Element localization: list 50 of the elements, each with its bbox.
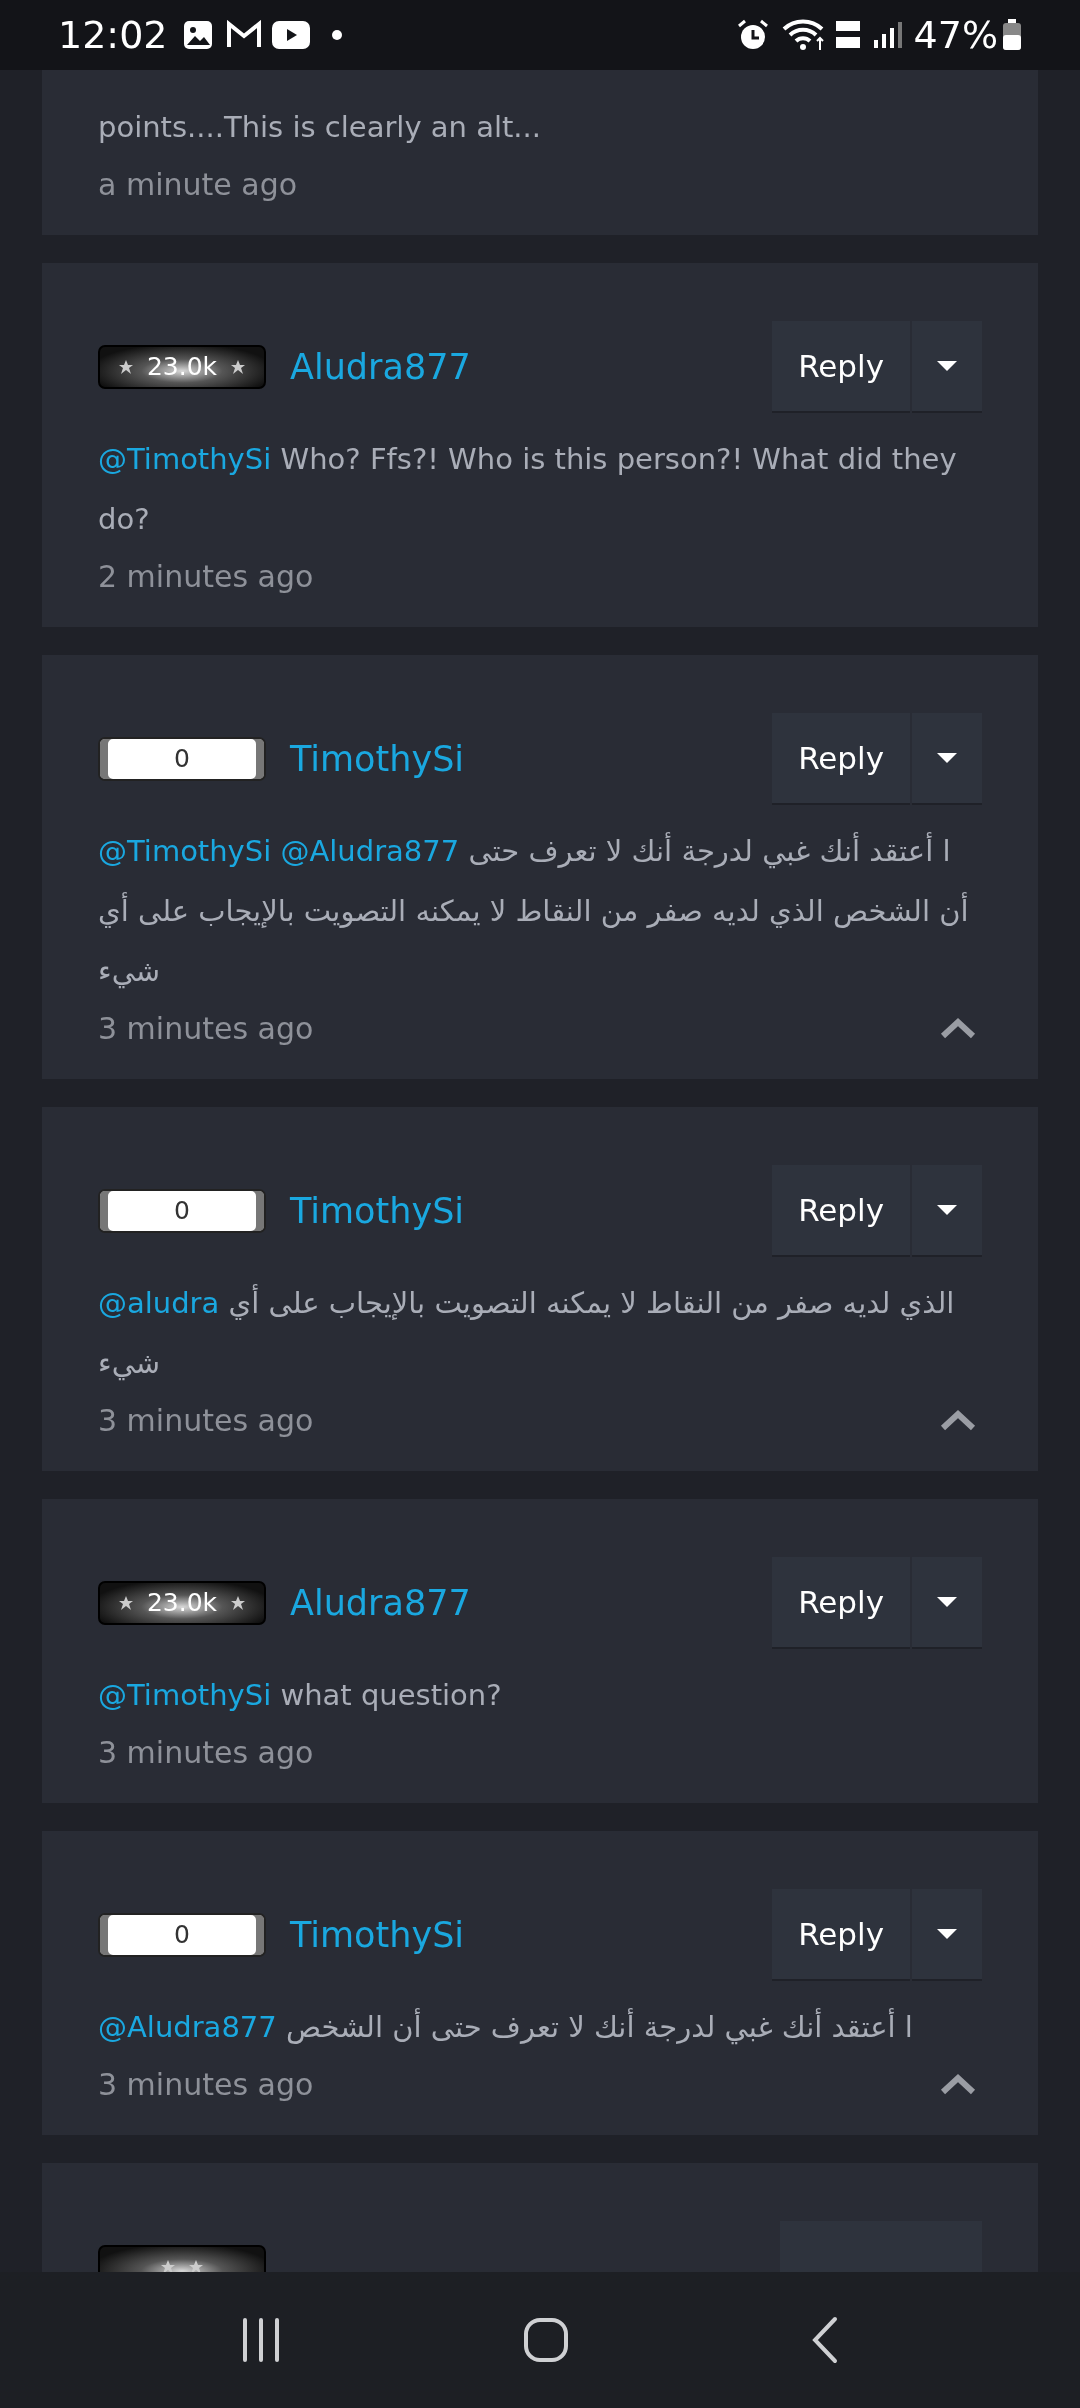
recent-apps-icon[interactable] xyxy=(241,2318,281,2362)
star-icon xyxy=(231,360,246,374)
username-link[interactable]: Aludra877 xyxy=(290,340,471,394)
score-badge: 23.0k xyxy=(98,1581,266,1625)
timestamp: 2 minutes ago xyxy=(98,557,314,596)
back-icon[interactable] xyxy=(811,2316,839,2364)
star-icon xyxy=(118,1596,133,1610)
star-icon xyxy=(161,2260,175,2272)
caret-icon xyxy=(937,361,957,371)
signal-icon xyxy=(871,20,902,50)
comment-text: points....This is clearly an alt... xyxy=(98,109,542,146)
timestamp: 3 minutes ago xyxy=(98,1009,314,1048)
username-link[interactable]: TimothySi xyxy=(290,732,465,786)
chevron-up-icon[interactable] xyxy=(940,2073,976,2095)
alarm-icon xyxy=(735,18,770,52)
dot-icon xyxy=(331,30,342,40)
caret-icon xyxy=(937,1205,957,1215)
clock: 12:02 xyxy=(58,11,168,59)
star-icon xyxy=(189,2260,203,2272)
star-icon xyxy=(118,360,133,374)
caret-icon xyxy=(937,753,957,763)
video-play-icon xyxy=(271,21,310,49)
battery-percentage: 47% xyxy=(913,11,998,59)
caret-icon xyxy=(937,1597,957,1607)
score-badge: 0 xyxy=(98,1189,266,1233)
username-link[interactable]: TimothySi xyxy=(290,1184,465,1238)
score-badge: 0 xyxy=(98,1913,266,1957)
caret-icon xyxy=(937,1929,957,1939)
gallery-icon xyxy=(181,19,214,51)
score-badge: 0 xyxy=(98,737,266,781)
username-link[interactable]: Aludra877 xyxy=(290,1576,471,1630)
home-icon[interactable] xyxy=(523,2317,569,2363)
chevron-up-icon[interactable] xyxy=(940,1017,976,1039)
reply-button[interactable]: Reply xyxy=(772,321,910,413)
star-icon xyxy=(231,1596,246,1610)
timestamp: 3 minutes ago xyxy=(98,1401,314,1440)
reply-button[interactable]: Reply xyxy=(772,1889,910,1981)
timestamp: a minute ago xyxy=(98,165,298,204)
reply-button[interactable]: Reply xyxy=(772,1165,910,1257)
timestamp: 3 minutes ago xyxy=(98,2065,314,2104)
reply-button[interactable]: Reply xyxy=(772,1557,910,1649)
chevron-up-icon[interactable] xyxy=(940,1409,976,1431)
battery-icon xyxy=(1002,19,1022,51)
comment-text: @TimothySi Who? Ffs?! Who is this person?! What did they do? xyxy=(98,441,958,538)
username-link[interactable]: TimothySi xyxy=(290,1908,465,1962)
score-badge: 23.0k xyxy=(98,345,266,389)
timestamp: 3 minutes ago xyxy=(98,1733,314,1772)
comment-text: @TimothySi what question? xyxy=(98,1677,503,1714)
mail-icon xyxy=(225,20,262,50)
reply-button[interactable]: Reply xyxy=(772,713,910,805)
